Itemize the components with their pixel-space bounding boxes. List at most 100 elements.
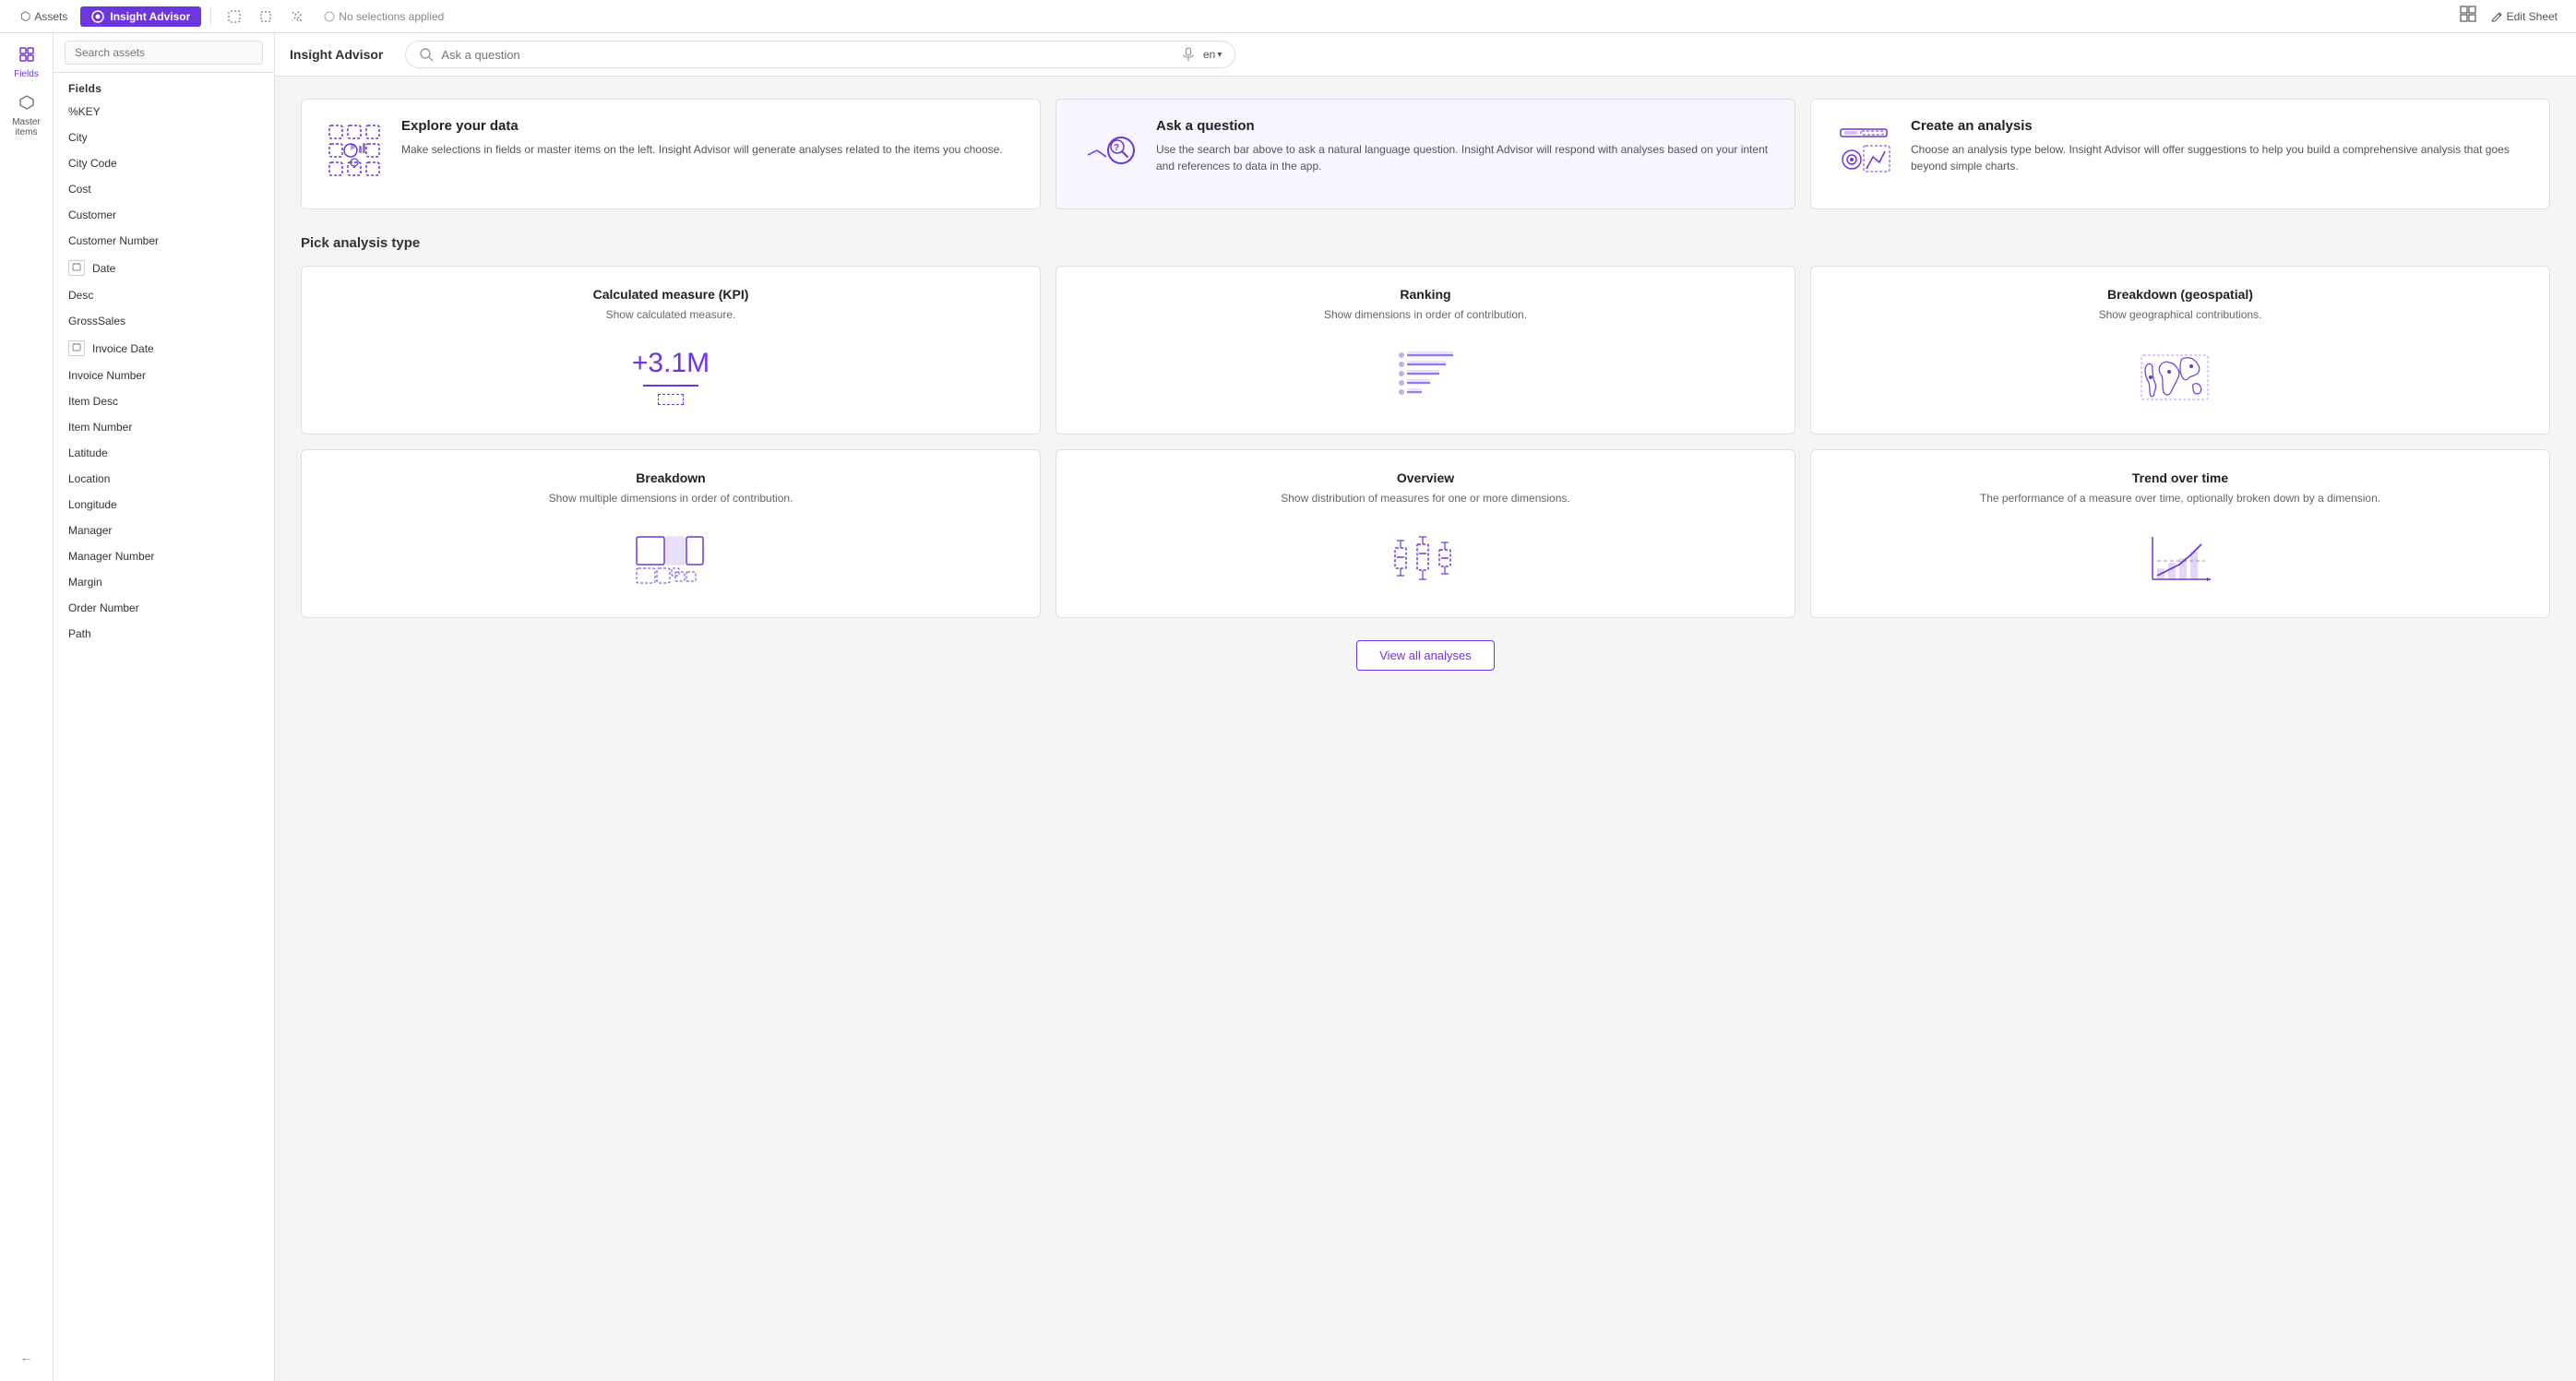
- field-list-item[interactable]: Invoice Date: [54, 334, 274, 363]
- breakdown-visual: [322, 523, 1020, 597]
- field-list-item[interactable]: Manager: [54, 518, 274, 543]
- kpi-underline: [643, 385, 698, 387]
- field-list-item[interactable]: Customer Number: [54, 228, 274, 254]
- field-list-item[interactable]: Cost: [54, 176, 274, 202]
- collapse-sidebar-button[interactable]: ←: [4, 1344, 50, 1370]
- overview-title: Overview: [1077, 470, 1774, 485]
- paint-icon: [291, 10, 304, 23]
- analysis-card-breakdown[interactable]: Breakdown Show multiple dimensions in or…: [301, 449, 1041, 618]
- geo-visual: [1831, 339, 2529, 413]
- edit-icon: [2491, 10, 2503, 22]
- lasso-select-button[interactable]: [221, 7, 248, 26]
- chevron-down-icon: ▾: [1217, 50, 1222, 60]
- trend-desc: The performance of a measure over time, …: [1831, 491, 2529, 506]
- field-list-item[interactable]: Invoice Number: [54, 363, 274, 388]
- top-nav-right: Edit Sheet: [2460, 6, 2565, 27]
- sidebar-bottom: ←: [4, 1344, 50, 1381]
- explore-card-title: Explore your data: [401, 118, 1020, 134]
- no-selection-icon: [324, 11, 335, 22]
- analysis-card-trend[interactable]: Trend over time The performance of a mea…: [1810, 449, 2550, 618]
- field-list-item[interactable]: Item Desc: [54, 388, 274, 414]
- field-list-item[interactable]: GrossSales: [54, 308, 274, 334]
- field-list-item[interactable]: Item Number: [54, 414, 274, 440]
- svg-text:?: ?: [1114, 143, 1119, 153]
- nav-divider: [210, 7, 211, 26]
- ask-question-input[interactable]: [441, 48, 1174, 62]
- trend-visual: [1831, 523, 2529, 597]
- field-list-item[interactable]: City: [54, 125, 274, 150]
- field-label: GrossSales: [68, 315, 125, 327]
- create-card-icon: [1831, 118, 1896, 183]
- trend-title: Trend over time: [1831, 470, 2529, 485]
- explore-card-desc: Make selections in fields or master item…: [401, 141, 1020, 158]
- search-assets-input[interactable]: [65, 41, 263, 65]
- field-label: Item Desc: [68, 395, 118, 408]
- ranking-title: Ranking: [1077, 287, 1774, 302]
- content-area: Insight Advisor en ▾: [275, 33, 2576, 1381]
- field-label: Latitude: [68, 446, 108, 459]
- analysis-card-kpi[interactable]: Calculated measure (KPI) Show calculated…: [301, 266, 1041, 435]
- grid-view-button[interactable]: [2460, 6, 2476, 27]
- calendar-icon: [68, 340, 85, 356]
- ranking-visual: [1077, 339, 1774, 413]
- question-search-bar[interactable]: en ▾: [405, 41, 1235, 68]
- field-list-item[interactable]: Longitude: [54, 492, 274, 518]
- calendar-icon: [68, 260, 85, 276]
- region-icon: [259, 10, 272, 23]
- lasso-icon: [228, 10, 241, 23]
- field-label: Invoice Date: [92, 342, 154, 355]
- breakdown-title: Breakdown: [322, 470, 1020, 485]
- field-list-item[interactable]: Date: [54, 254, 274, 282]
- mic-icon[interactable]: [1181, 47, 1196, 62]
- edit-sheet-label: Edit Sheet: [2507, 10, 2558, 23]
- analysis-card-ranking[interactable]: Ranking Show dimensions in order of cont…: [1055, 266, 1795, 435]
- field-list-item[interactable]: City Code: [54, 150, 274, 176]
- field-label: City Code: [68, 157, 117, 170]
- content-scroll: Explore your data Make selections in fie…: [275, 77, 2576, 1381]
- fields-icon: [18, 46, 35, 67]
- paint-select-button[interactable]: [283, 7, 311, 26]
- edit-sheet-button[interactable]: Edit Sheet: [2484, 7, 2565, 26]
- field-list-item[interactable]: Latitude: [54, 440, 274, 466]
- field-label: Order Number: [68, 601, 139, 614]
- language-selector[interactable]: en ▾: [1203, 48, 1222, 61]
- assets-label: Assets: [34, 10, 67, 23]
- left-sidebar: Fields Master items ←: [0, 33, 54, 1381]
- field-list-item[interactable]: Manager Number: [54, 543, 274, 569]
- explore-data-card: Explore your data Make selections in fie…: [301, 99, 1041, 209]
- assets-nav-item[interactable]: ⬡ Assets: [11, 6, 77, 28]
- breakdown-desc: Show multiple dimensions in order of con…: [322, 491, 1020, 506]
- info-cards-row: Explore your data Make selections in fie…: [301, 99, 2550, 209]
- analysis-section-title: Pick analysis type: [301, 235, 2550, 251]
- assets-icon: ⬡: [20, 9, 30, 24]
- field-list-item[interactable]: Desc: [54, 282, 274, 308]
- view-all-row: View all analyses: [301, 640, 2550, 671]
- field-label: Customer: [68, 208, 116, 221]
- field-label: Manager: [68, 524, 112, 537]
- field-list-item[interactable]: Location: [54, 466, 274, 492]
- view-all-analyses-button[interactable]: View all analyses: [1356, 640, 1494, 671]
- create-card-content: Create an analysis Choose an analysis ty…: [1911, 118, 2529, 174]
- create-card-title: Create an analysis: [1911, 118, 2529, 134]
- field-label: Location: [68, 472, 110, 485]
- ask-card-title: Ask a question: [1156, 118, 1774, 134]
- analysis-card-overview[interactable]: Overview Show distribution of measures f…: [1055, 449, 1795, 618]
- sidebar-item-master-items[interactable]: Master items: [4, 89, 50, 143]
- geo-title: Breakdown (geospatial): [1831, 287, 2529, 302]
- search-bar-actions: en ▾: [1181, 47, 1222, 62]
- region-select-button[interactable]: [252, 7, 280, 26]
- ask-question-card: ? Ask a question Use the search bar abov…: [1055, 99, 1795, 209]
- sidebar-item-fields[interactable]: Fields: [4, 41, 50, 85]
- field-list-item[interactable]: Customer: [54, 202, 274, 228]
- page-title: Insight Advisor: [290, 47, 383, 62]
- field-list-item[interactable]: Margin: [54, 569, 274, 595]
- ranking-desc: Show dimensions in order of contribution…: [1077, 307, 1774, 323]
- collapse-icon: ←: [20, 1350, 33, 1364]
- field-list-item[interactable]: Path: [54, 621, 274, 647]
- overview-desc: Show distribution of measures for one or…: [1077, 491, 1774, 506]
- field-list-item[interactable]: Order Number: [54, 595, 274, 621]
- field-list-item[interactable]: %KEY: [54, 99, 274, 125]
- insight-advisor-nav-item[interactable]: Insight Advisor: [80, 6, 201, 27]
- analysis-card-geo[interactable]: Breakdown (geospatial) Show geographical…: [1810, 266, 2550, 435]
- master-items-icon: [18, 94, 35, 115]
